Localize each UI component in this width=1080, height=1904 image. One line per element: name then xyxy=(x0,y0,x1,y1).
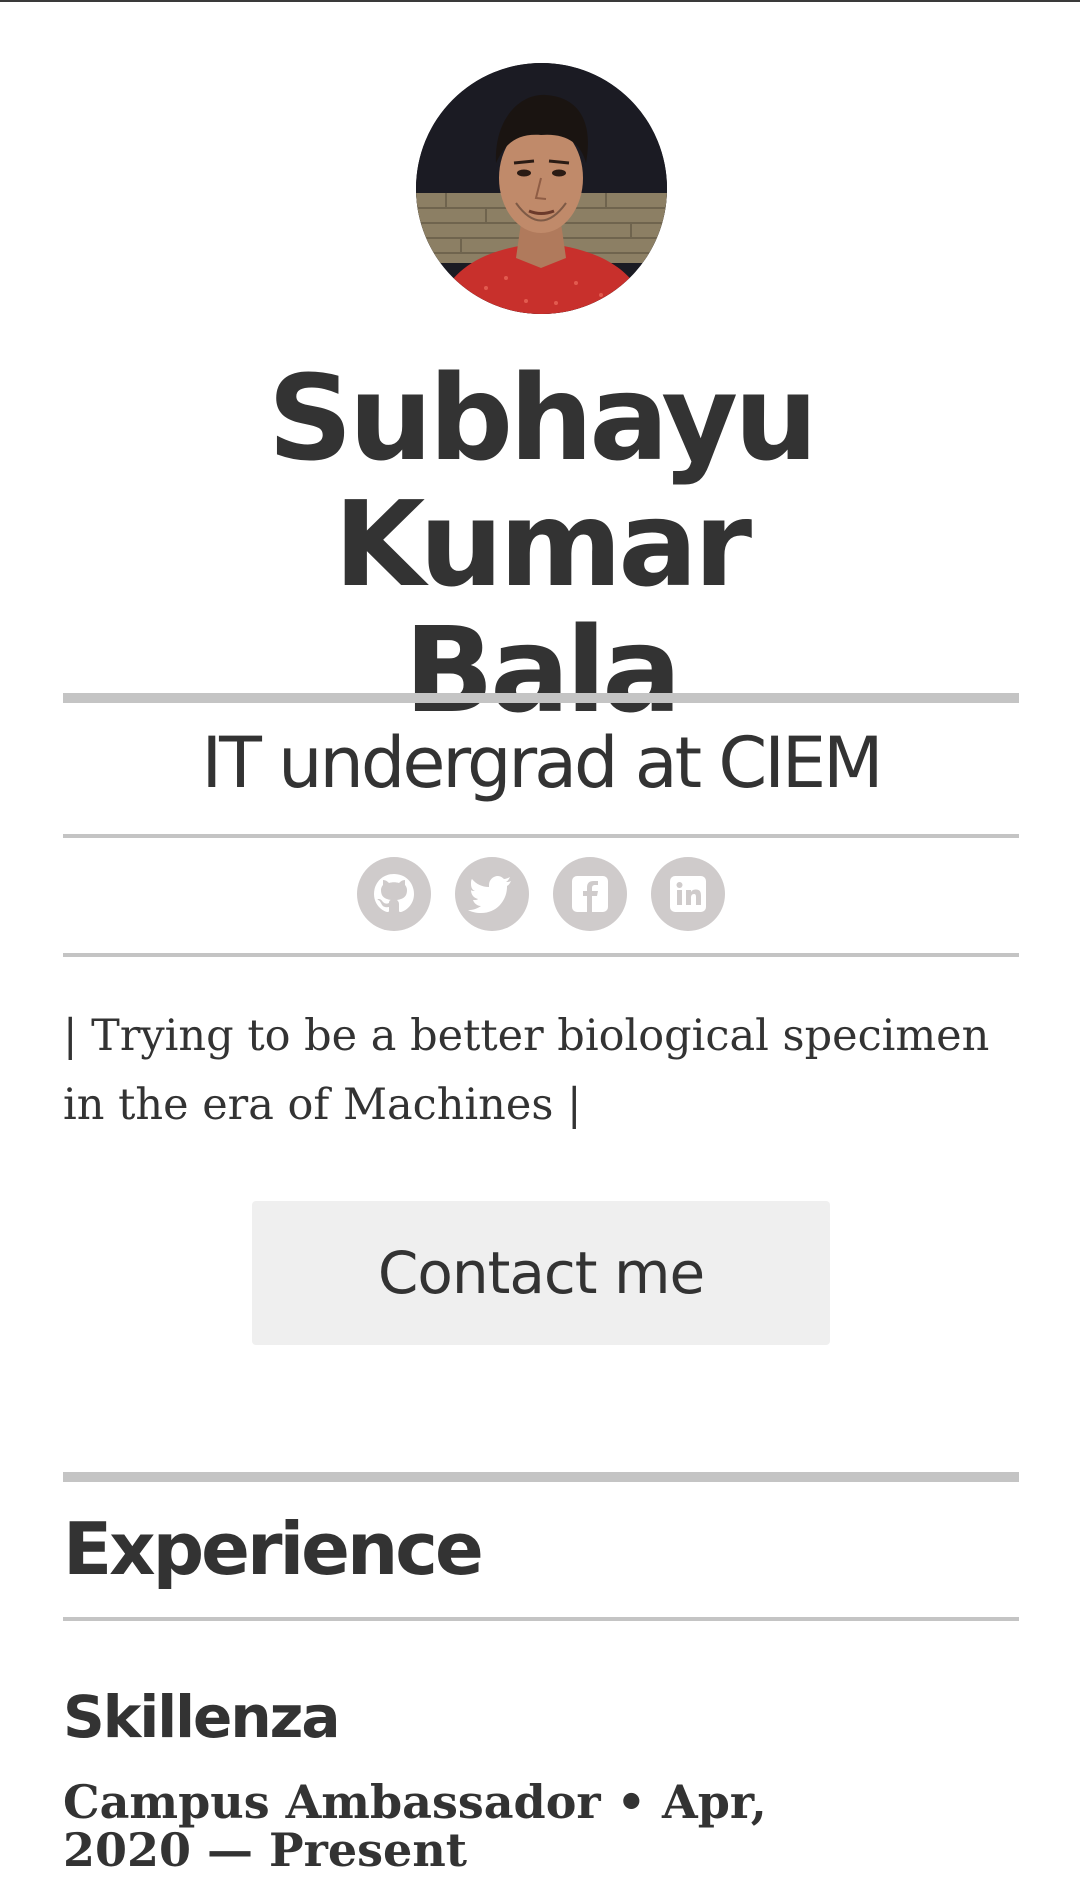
facebook-icon xyxy=(572,876,608,912)
linkedin-link[interactable] xyxy=(651,857,725,931)
social-links xyxy=(63,857,1019,931)
twitter-link[interactable] xyxy=(455,857,529,931)
twitter-icon xyxy=(468,876,511,913)
facebook-link[interactable] xyxy=(553,857,627,931)
profile-photo-icon xyxy=(416,63,667,314)
linkedin-icon xyxy=(670,876,706,912)
github-link[interactable] xyxy=(357,857,431,931)
github-icon xyxy=(374,874,414,912)
divider xyxy=(63,834,1019,838)
contact-button[interactable]: Contact me xyxy=(252,1201,830,1345)
divider xyxy=(63,1617,1019,1621)
experience-company: Skillenza xyxy=(63,1683,341,1751)
experience-heading: Experience xyxy=(63,1507,484,1591)
name-line-1: Subhayu Kumar xyxy=(267,349,818,613)
tagline: IT undergrad at CIEM xyxy=(201,722,884,804)
top-border xyxy=(0,0,1080,2)
profile-name: Subhayu Kumar Bala xyxy=(63,355,1019,733)
avatar xyxy=(416,63,667,314)
divider xyxy=(63,1472,1019,1482)
experience-role: Campus Ambassador • Apr, 2020 — Present xyxy=(63,1775,767,1877)
divider xyxy=(63,693,1019,703)
divider xyxy=(63,953,1019,957)
bio-text: | Trying to be a better biological speci… xyxy=(63,1011,990,1130)
